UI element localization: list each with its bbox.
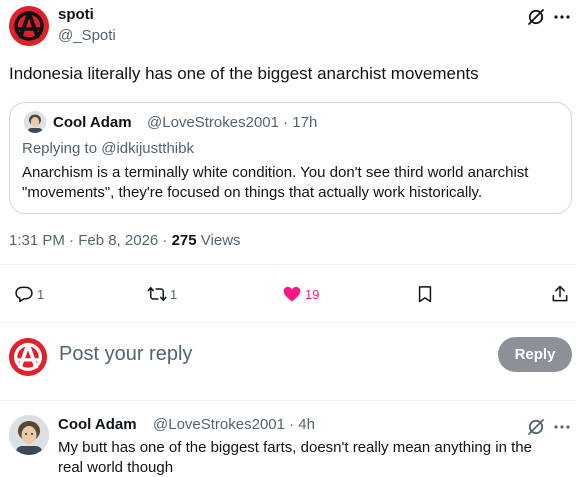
like-action[interactable]: 19 [282, 283, 319, 305]
repost-count: 1 [170, 286, 178, 302]
reply-author-name[interactable]: Cool Adam [58, 416, 137, 434]
bookmark-action[interactable] [415, 283, 435, 305]
quoted-text: Anarchism is a terminally white conditio… [22, 164, 529, 201]
anarchy-logo-icon [9, 6, 49, 46]
replying-prefix: Replying to [22, 140, 102, 157]
post-text: Indonesia literally has one of the bigge… [9, 64, 479, 83]
bookmark-icon [418, 286, 432, 303]
divider [0, 400, 576, 401]
repost-action[interactable]: 1 [147, 283, 177, 305]
like-count: 19 [305, 286, 320, 302]
author-name[interactable]: spoti [58, 6, 94, 24]
reply-input[interactable]: Post your reply [59, 342, 192, 366]
quoted-author-name: Cool Adam [53, 114, 132, 131]
reply-count: 1 [37, 286, 45, 302]
reply-handle-time[interactable]: @LoveStrokes2001 · 4h [153, 416, 315, 434]
post-timestamp[interactable]: 1:31 PM · Feb 8, 2026 · [9, 232, 172, 249]
views-label: Views [196, 232, 241, 249]
heart-icon [283, 286, 301, 302]
repost-icon [147, 287, 167, 301]
author-handle[interactable]: @_Spoti [58, 27, 116, 45]
share-icon [552, 285, 568, 302]
divider [0, 264, 576, 265]
reply-text: My butt has one of the biggest farts, do… [58, 439, 532, 476]
reply-icon [15, 286, 33, 303]
quoted-author-avatar [24, 111, 46, 133]
quoted-replying-to: Replying to @idkijustthibk [22, 140, 194, 158]
more-icon[interactable] [552, 7, 572, 27]
more-icon[interactable] [552, 417, 572, 437]
author-avatar[interactable] [9, 6, 49, 46]
quoted-post[interactable]: Cool Adam @LoveStrokes2001 · 17h Replyin… [9, 102, 572, 214]
my-avatar[interactable] [9, 338, 47, 376]
replying-mention[interactable]: @idkijustthibk [101, 140, 194, 157]
divider [0, 322, 576, 323]
reply-button[interactable]: Reply [498, 337, 572, 372]
reply-author-avatar[interactable] [9, 415, 49, 455]
quoted-handle-time: @LoveStrokes2001 · 17h [147, 114, 318, 131]
anarchy-logo-icon [9, 338, 47, 376]
post-meta: 1:31 PM · Feb 8, 2026 · 275 Views [9, 231, 241, 251]
share-action[interactable] [550, 283, 570, 305]
reply-action[interactable]: 1 [14, 283, 44, 305]
grok-icon[interactable] [526, 417, 546, 437]
grok-icon[interactable] [526, 7, 546, 27]
views-count: 275 [171, 232, 197, 249]
